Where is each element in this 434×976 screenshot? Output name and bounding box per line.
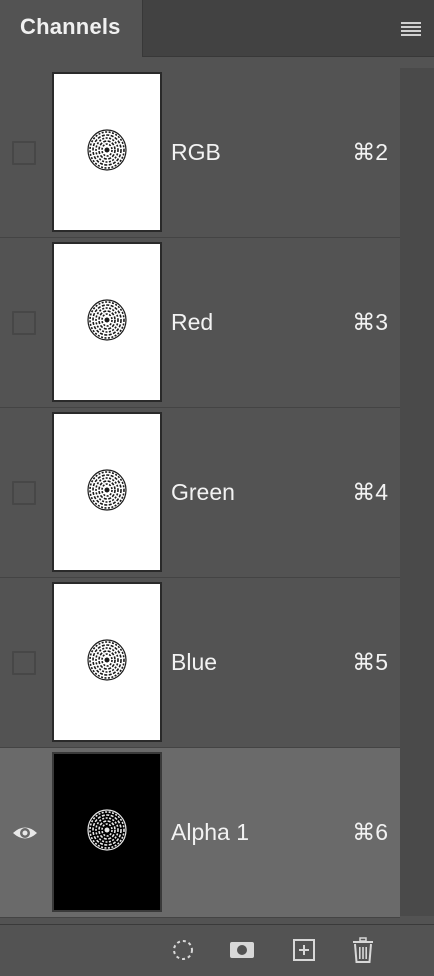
channel-shortcut: ⌘4	[352, 479, 388, 505]
channel-shortcut: ⌘6	[352, 819, 388, 845]
channel-row[interactable]: Blue ⌘5	[0, 578, 400, 748]
channel-shortcut: ⌘3	[352, 309, 388, 335]
channel-row[interactable]: Alpha 1 ⌘6	[0, 748, 400, 918]
delete-channel-button[interactable]	[350, 937, 376, 963]
hamburger-menu-icon	[401, 22, 421, 36]
channel-name: Red	[171, 309, 214, 335]
scrollbar-track[interactable]	[400, 68, 434, 916]
tab-channels[interactable]: Channels	[0, 0, 143, 57]
panel-menu-button[interactable]	[400, 20, 422, 38]
channel-row[interactable]: RGB ⌘2	[0, 68, 400, 238]
channel-list: RGB ⌘2 Red ⌘3 Green ⌘4 Blue ⌘5 Alpha 1 ⌘6	[0, 68, 400, 918]
delete-channel-icon	[353, 937, 373, 963]
panel-footer	[0, 924, 434, 976]
save-selection-mask-button[interactable]	[229, 937, 255, 963]
tab-channels-label: Channels	[20, 14, 121, 39]
new-channel-icon	[293, 939, 315, 961]
visibility-toggle[interactable]	[12, 651, 36, 675]
channel-shortcut: ⌘5	[352, 649, 388, 675]
channel-shortcut: ⌘2	[352, 139, 388, 165]
load-selection-button[interactable]	[170, 937, 196, 963]
channel-name: RGB	[171, 139, 221, 165]
load-selection-icon	[173, 940, 193, 960]
channel-name: Green	[171, 479, 235, 505]
channel-name: Blue	[171, 649, 218, 675]
channel-row[interactable]: Green ⌘4	[0, 408, 400, 578]
panel-tab-bar: Channels	[0, 0, 434, 57]
visibility-toggle[interactable]	[12, 141, 36, 165]
channel-thumbnail	[52, 752, 162, 912]
channels-panel: Channels RGB ⌘2 Red ⌘3 Green ⌘4 Blue ⌘5 Alpha 1 ⌘…	[0, 0, 434, 976]
channel-row[interactable]: Red ⌘3	[0, 238, 400, 408]
visibility-toggle[interactable]	[12, 481, 36, 505]
visibility-eye-icon[interactable]	[12, 821, 37, 845]
new-channel-button[interactable]	[291, 937, 317, 963]
channel-thumbnail	[52, 72, 162, 232]
channel-name: Alpha 1	[171, 819, 250, 845]
channel-thumbnail	[52, 412, 162, 572]
visibility-toggle[interactable]	[12, 311, 36, 335]
save-selection-mask-icon	[230, 942, 254, 958]
channel-thumbnail	[52, 582, 162, 742]
channel-thumbnail	[52, 242, 162, 402]
